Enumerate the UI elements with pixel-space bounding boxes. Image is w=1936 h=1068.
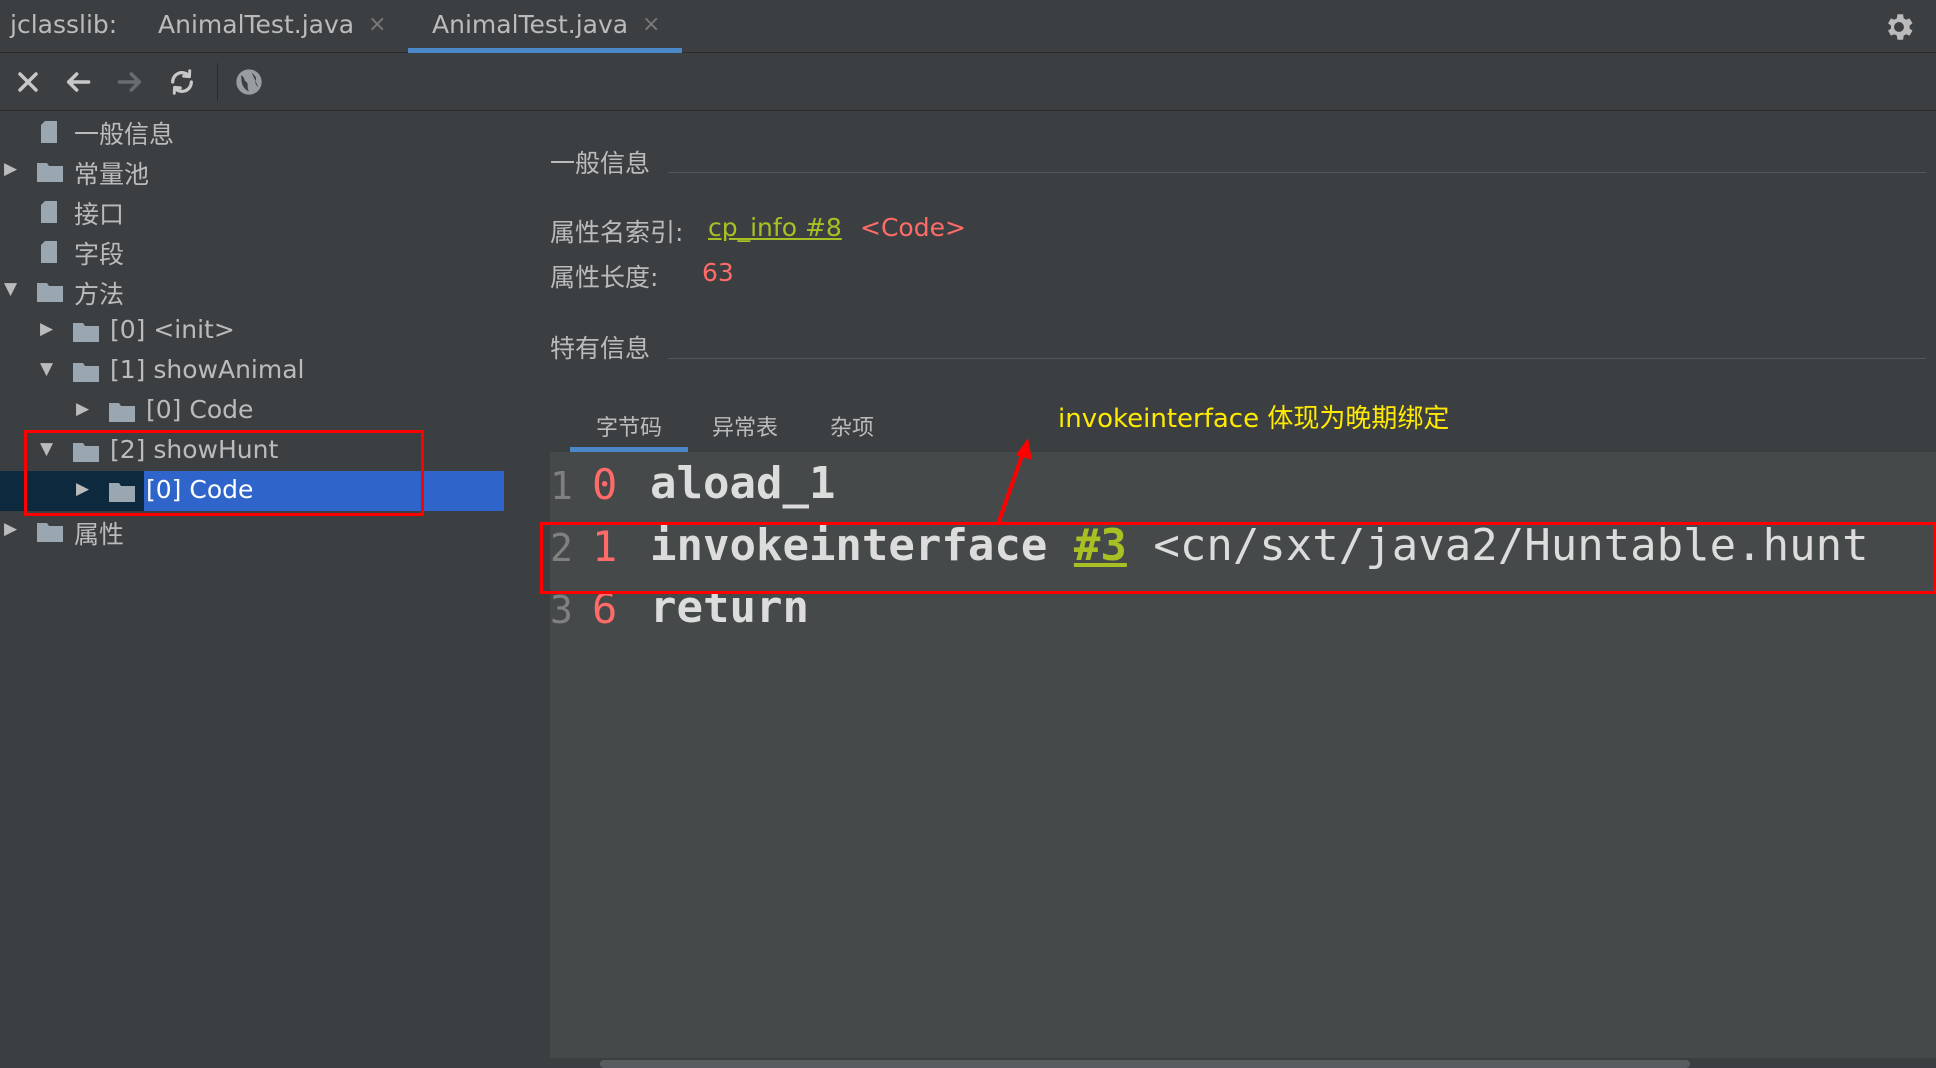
tree-item-label: 属性 bbox=[74, 520, 125, 549]
line-number: 3 bbox=[550, 588, 573, 632]
toolbar bbox=[0, 53, 1936, 111]
file-icon bbox=[41, 121, 57, 143]
tab-prefix-label: jclasslib: bbox=[10, 10, 118, 39]
name-index-label: 属性名索引: bbox=[550, 218, 684, 247]
bytecode-view[interactable]: 1 0 aload_1 2 1 invokeinterface #3 <cn/s… bbox=[550, 452, 1936, 1058]
folder-icon bbox=[37, 523, 63, 542]
editor-tab-bar: jclasslib: AnimalTest.java × AnimalTest.… bbox=[0, 0, 1936, 53]
specific-info-title: 特有信息 bbox=[550, 334, 651, 363]
folder-icon bbox=[73, 363, 99, 382]
expand-arrow-icon[interactable]: ▶ bbox=[4, 159, 24, 183]
tree-item-fields[interactable]: 字段 bbox=[0, 231, 510, 271]
folder-icon bbox=[37, 283, 63, 302]
tree-item-method-init[interactable]: ▶ [0] <init> bbox=[0, 311, 510, 351]
file-icon bbox=[41, 241, 57, 263]
tab-label: AnimalTest.java bbox=[158, 10, 355, 39]
file-icon bbox=[41, 201, 57, 223]
refresh-icon[interactable] bbox=[166, 66, 198, 98]
tab-animaltest-1[interactable]: AnimalTest.java × bbox=[150, 0, 400, 52]
tab-label: AnimalTest.java bbox=[432, 10, 629, 39]
class-structure-tree: 一般信息 ▶ 常量池 接口 字段 ▼ 方法 ▶ [0] <init> ▼ [1]… bbox=[0, 111, 510, 1068]
opcode-line: invokeinterface #3 <cn/sxt/java2/Huntabl… bbox=[650, 520, 1869, 571]
expand-arrow-icon[interactable]: ▶ bbox=[76, 479, 96, 503]
section-divider bbox=[668, 358, 1926, 359]
line-number: 1 bbox=[550, 464, 573, 508]
close-tab-icon[interactable]: × bbox=[642, 12, 660, 37]
line-number: 2 bbox=[550, 526, 573, 570]
close-icon[interactable] bbox=[12, 66, 44, 98]
tree-item-showanimal-code[interactable]: ▶ [0] Code bbox=[0, 391, 510, 431]
tree-item-interfaces[interactable]: 接口 bbox=[0, 191, 510, 231]
attribute-length-label: 属性长度: bbox=[550, 263, 659, 292]
tree-item-label: [0] <init> bbox=[110, 315, 235, 344]
folder-icon bbox=[109, 403, 135, 422]
collapse-arrow-icon[interactable]: ▼ bbox=[40, 359, 60, 383]
toolbar-divider bbox=[217, 63, 218, 101]
expand-arrow-icon[interactable]: ▶ bbox=[4, 519, 24, 543]
general-info-title: 一般信息 bbox=[550, 149, 651, 178]
attribute-length-value: 63 bbox=[702, 258, 734, 287]
folder-icon bbox=[109, 483, 135, 502]
expand-arrow-icon[interactable]: ▶ bbox=[76, 399, 96, 423]
cp-info-link[interactable]: cp_info #8 bbox=[708, 213, 842, 242]
annotation-arrow-icon bbox=[996, 438, 1032, 525]
close-tab-icon[interactable]: × bbox=[368, 12, 386, 37]
folder-icon bbox=[73, 323, 99, 342]
tree-item-label: [2] showHunt bbox=[110, 435, 279, 464]
tab-bytecode[interactable]: 字节码 bbox=[596, 410, 662, 442]
annotation-text: invokeinterface 体现为晚期绑定 bbox=[1058, 404, 1450, 434]
name-index-value: <Code> bbox=[860, 213, 966, 242]
tree-item-showhunt-code[interactable]: ▶ [0] Code bbox=[0, 471, 510, 511]
tree-item-label: [0] Code bbox=[146, 475, 254, 504]
constant-pool-ref-link[interactable]: #3 bbox=[1074, 520, 1127, 571]
opcode: aload_1 bbox=[650, 458, 836, 509]
section-divider bbox=[668, 172, 1926, 173]
method-ref-comment: <cn/sxt/java2/Huntable.hunt bbox=[1153, 520, 1869, 571]
opcode: invokeinterface bbox=[650, 520, 1048, 571]
collapse-arrow-icon[interactable]: ▼ bbox=[4, 279, 24, 303]
tree-item-label: 方法 bbox=[74, 280, 125, 309]
tree-item-attributes[interactable]: ▶ 属性 bbox=[0, 511, 510, 551]
tab-misc[interactable]: 杂项 bbox=[830, 410, 874, 442]
folder-icon bbox=[37, 163, 63, 182]
tree-item-label: 常量池 bbox=[74, 160, 150, 189]
tab-animaltest-2[interactable]: AnimalTest.java × bbox=[408, 0, 682, 53]
tree-item-label: 字段 bbox=[74, 240, 125, 269]
tab-exception-table[interactable]: 异常表 bbox=[712, 410, 778, 442]
expand-arrow-icon[interactable]: ▶ bbox=[40, 319, 60, 343]
gear-icon[interactable] bbox=[1882, 10, 1916, 44]
tree-item-method-showhunt[interactable]: ▼ [2] showHunt bbox=[0, 431, 510, 471]
bytecode-offset: 0 bbox=[592, 460, 618, 509]
tree-item-label: [1] showAnimal bbox=[110, 355, 305, 384]
tree-item-constant-pool[interactable]: ▶ 常量池 bbox=[0, 151, 510, 191]
tree-item-label: [0] Code bbox=[146, 395, 254, 424]
horizontal-scrollbar[interactable] bbox=[600, 1060, 1690, 1068]
bytecode-offset: 1 bbox=[592, 522, 618, 571]
globe-icon[interactable] bbox=[233, 66, 265, 98]
forward-arrow-icon[interactable] bbox=[114, 66, 146, 98]
bytecode-offset: 6 bbox=[592, 584, 618, 633]
tree-item-method-showanimal[interactable]: ▼ [1] showAnimal bbox=[0, 351, 510, 391]
tree-item-label: 一般信息 bbox=[74, 120, 175, 149]
tree-item-methods[interactable]: ▼ 方法 bbox=[0, 271, 510, 311]
opcode: return bbox=[650, 582, 809, 633]
collapse-arrow-icon[interactable]: ▼ bbox=[40, 439, 60, 463]
tree-item-general-info[interactable]: 一般信息 bbox=[0, 111, 510, 151]
back-arrow-icon[interactable] bbox=[62, 66, 94, 98]
tree-item-label: 接口 bbox=[74, 200, 125, 229]
folder-icon bbox=[73, 443, 99, 462]
